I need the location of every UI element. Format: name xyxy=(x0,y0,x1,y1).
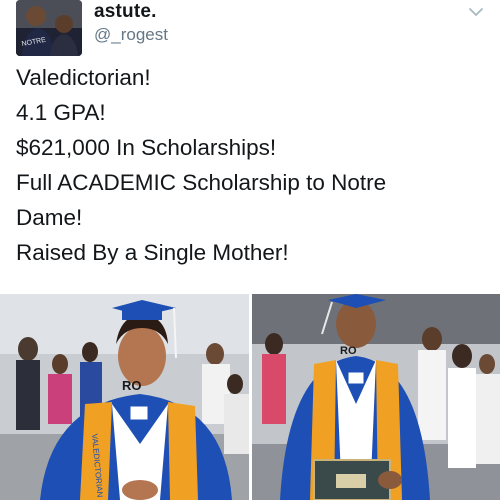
tweet-text: Valedictorian! 4.1 GPA! $621,000 In Scho… xyxy=(16,60,486,270)
tweet-line: Dame! xyxy=(16,205,83,230)
display-name[interactable]: astute. xyxy=(94,1,157,23)
tweet-card: NOTRE astute. @_rogest Valedictorian! 4.… xyxy=(0,0,500,500)
photo-left[interactable]: VALEDICTORIAN RO xyxy=(0,294,249,500)
cap-text-right: RO xyxy=(340,345,357,357)
chevron-down-icon[interactable] xyxy=(468,4,484,20)
user-handle[interactable]: @_rogest xyxy=(94,25,168,45)
avatar[interactable]: NOTRE xyxy=(16,0,82,56)
tweet-line: 4.1 GPA! xyxy=(16,100,106,125)
tweet-line: Raised By a Single Mother! xyxy=(16,240,289,265)
tweet-line: Valedictorian! xyxy=(16,65,151,90)
avatar-image: NOTRE xyxy=(16,0,82,56)
tweet-line: $621,000 In Scholarships! xyxy=(16,135,277,160)
tweet-line: Full ACADEMIC Scholarship to Notre xyxy=(16,170,387,195)
photo-right[interactable]: RO xyxy=(252,294,500,500)
graduate-photo-left: VALEDICTORIAN RO xyxy=(0,294,249,500)
graduate-photo-right: RO xyxy=(252,294,500,500)
cap-text-left: RO xyxy=(122,378,142,393)
